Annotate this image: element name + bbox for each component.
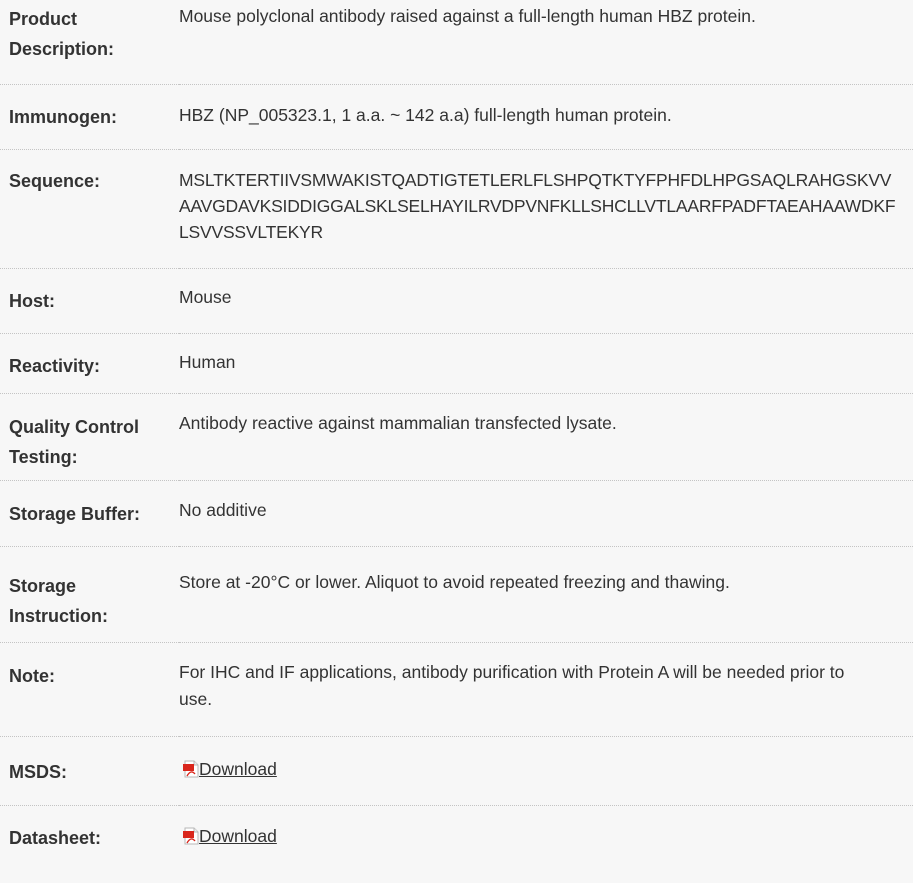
pdf-icon <box>183 759 199 777</box>
spec-label: Storage Instruction: <box>0 546 179 643</box>
spec-value: No additive <box>179 480 913 547</box>
spec-row-msds: MSDS: Download <box>0 736 913 806</box>
spec-label: Host: <box>0 268 179 334</box>
spec-row-datasheet: Datasheet: Download <box>0 805 913 863</box>
spec-value: Human <box>179 333 913 394</box>
spec-label: Reactivity: <box>0 333 179 394</box>
spec-row-immunogen: Immunogen: HBZ (NP_005323.1, 1 a.a. ~ 14… <box>0 84 913 150</box>
spec-value: HBZ (NP_005323.1, 1 a.a. ~ 142 a.a) full… <box>179 84 913 150</box>
spec-row-product-description: Product Description: Mouse polyclonal an… <box>0 0 913 85</box>
spec-label: Storage Buffer: <box>0 480 179 547</box>
datasheet-download-link[interactable]: Download <box>199 826 277 846</box>
msds-download-link[interactable]: Download <box>199 759 277 779</box>
spec-row-quality-control: Quality Control Testing: Antibody reacti… <box>0 393 913 481</box>
spec-value: Mouse polyclonal antibody raised against… <box>179 0 913 85</box>
spec-row-note: Note: For IHC and IF applications, antib… <box>0 642 913 737</box>
spec-label: Quality Control Testing: <box>0 393 179 481</box>
pdf-icon <box>183 826 199 844</box>
spec-label: Datasheet: <box>9 827 102 848</box>
sequence-text: MSLTKTERTIIVSMWAKISTQADTIGTETLERLFLSHPQT… <box>179 169 896 242</box>
spec-row-storage-buffer: Storage Buffer: No additive <box>0 480 913 547</box>
spec-value: Mouse <box>179 268 913 334</box>
product-spec-table: Product Description: Mouse polyclonal an… <box>0 0 913 863</box>
spec-row-sequence: Sequence: MSLTKTERTIIVSMWAKISTQADTIGTETL… <box>0 149 913 269</box>
spec-value: Antibody reactive against mammalian tran… <box>179 393 913 481</box>
spec-label: MSDS: <box>0 736 179 806</box>
spec-label: Sequence: <box>0 149 179 269</box>
spec-row-host: Host: Mouse <box>0 268 913 334</box>
spec-label: Immunogen: <box>0 84 179 150</box>
spec-label: Note: <box>0 642 179 737</box>
spec-row-reactivity: Reactivity: Human <box>0 333 913 394</box>
spec-row-storage-instruction: Storage Instruction: Store at -20°C or l… <box>0 546 913 643</box>
spec-value: Store at -20°C or lower. Aliquot to avoi… <box>179 546 913 643</box>
spec-value: For IHC and IF applications, antibody pu… <box>179 642 913 737</box>
spec-label: Product Description: <box>0 0 179 85</box>
